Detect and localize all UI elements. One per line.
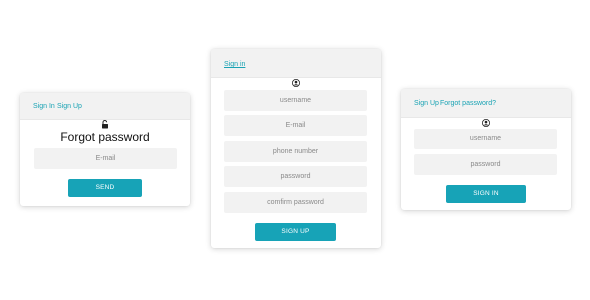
username-field[interactable]: username — [224, 90, 367, 111]
forgot-card-header: Sign In Sign Up — [20, 93, 190, 120]
tab-sign-in[interactable]: Sign In — [33, 103, 55, 110]
sign-in-card: Sign Up Forgot password? username passwo… — [401, 89, 571, 210]
email-field[interactable]: E-mail — [224, 115, 367, 136]
unlock-icon — [102, 120, 108, 129]
forgot-password-card: Sign In Sign Up Forgot password E-mail S… — [20, 93, 190, 206]
page-title: Forgot password — [60, 130, 150, 144]
confirm-password-field[interactable]: comfirm password — [224, 192, 367, 213]
phone-number-field[interactable]: phone number — [224, 141, 367, 162]
signup-card-header: Sign in — [211, 49, 381, 78]
send-button[interactable]: SEND — [68, 179, 142, 197]
tab-sign-up[interactable]: Sign Up — [57, 103, 82, 110]
email-field[interactable]: E-mail — [34, 148, 177, 169]
sign-in-button[interactable]: SIGN IN — [446, 185, 526, 203]
signin-card-header: Sign Up Forgot password? — [401, 89, 571, 118]
forgot-password-link[interactable]: Forgot password? — [440, 100, 496, 107]
username-field[interactable]: username — [414, 129, 557, 149]
user-icon — [482, 119, 490, 127]
password-field[interactable]: password — [224, 166, 367, 187]
user-icon — [292, 79, 300, 87]
sign-up-card: Sign in username E-mail phone number pas… — [211, 49, 381, 248]
tab-sign-in[interactable]: Sign in — [224, 61, 245, 68]
sign-up-button[interactable]: SIGN UP — [255, 223, 336, 241]
tab-sign-up[interactable]: Sign Up — [414, 100, 439, 107]
password-field[interactable]: password — [414, 154, 557, 175]
